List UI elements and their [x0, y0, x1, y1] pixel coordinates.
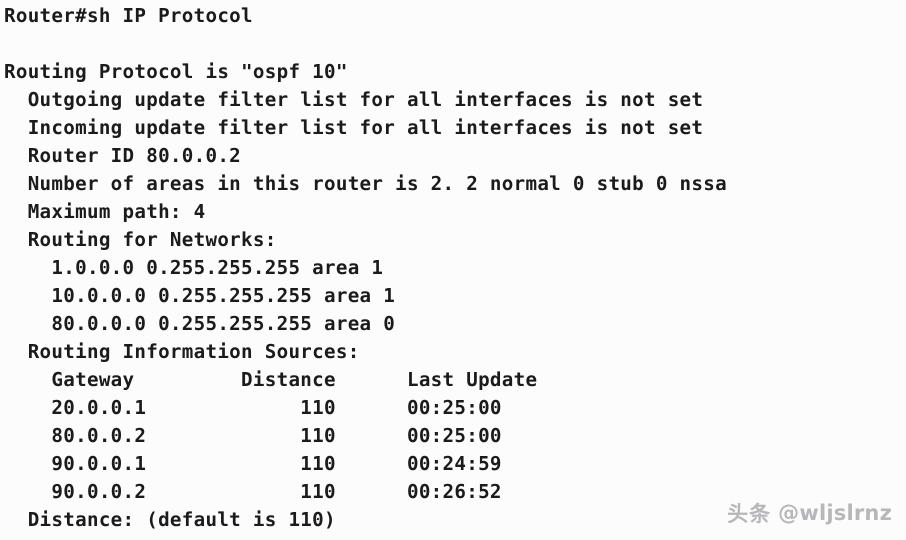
network-row: 80.0.0.0 0.255.255.255 area 0	[4, 312, 396, 335]
areas-line: Number of areas in this router is 2. 2 n…	[4, 172, 727, 195]
sources-table-header: Gateway Distance Last Update	[4, 368, 538, 391]
outgoing-filter-line: Outgoing update filter list for all inte…	[4, 88, 704, 111]
prompt-line[interactable]: Router#sh IP Protocol	[4, 2, 906, 30]
table-row: 80.0.0.2 110 00:25:00	[4, 424, 502, 447]
table-row: 20.0.0.1 110 00:25:00	[4, 396, 502, 419]
routing-info-sources-heading: Routing Information Sources:	[4, 340, 360, 363]
terminal-window: Router#sh IP Protocol Routing Protocol is…	[0, 0, 906, 540]
watermark: 头条 @wljslrnz	[727, 498, 892, 528]
routing-networks-heading: Routing for Networks:	[4, 228, 277, 251]
router-id-line: Router ID 80.0.0.2	[4, 144, 242, 167]
console-output: Router#sh IP Protocol Routing Protocol is…	[0, 0, 906, 534]
protocol-header-line: Routing Protocol is "ospf 10"	[4, 60, 348, 83]
table-row: 90.0.0.1 110 00:24:59	[4, 452, 502, 475]
watermark-handle: @wljslrnz	[778, 501, 892, 525]
network-row: 10.0.0.0 0.255.255.255 area 1	[4, 284, 396, 307]
watermark-platform-label: 头条	[727, 502, 772, 526]
maximum-path-line: Maximum path: 4	[4, 200, 206, 223]
incoming-filter-line: Incoming update filter list for all inte…	[4, 116, 704, 139]
network-row: 1.0.0.0 0.255.255.255 area 1	[4, 256, 384, 279]
